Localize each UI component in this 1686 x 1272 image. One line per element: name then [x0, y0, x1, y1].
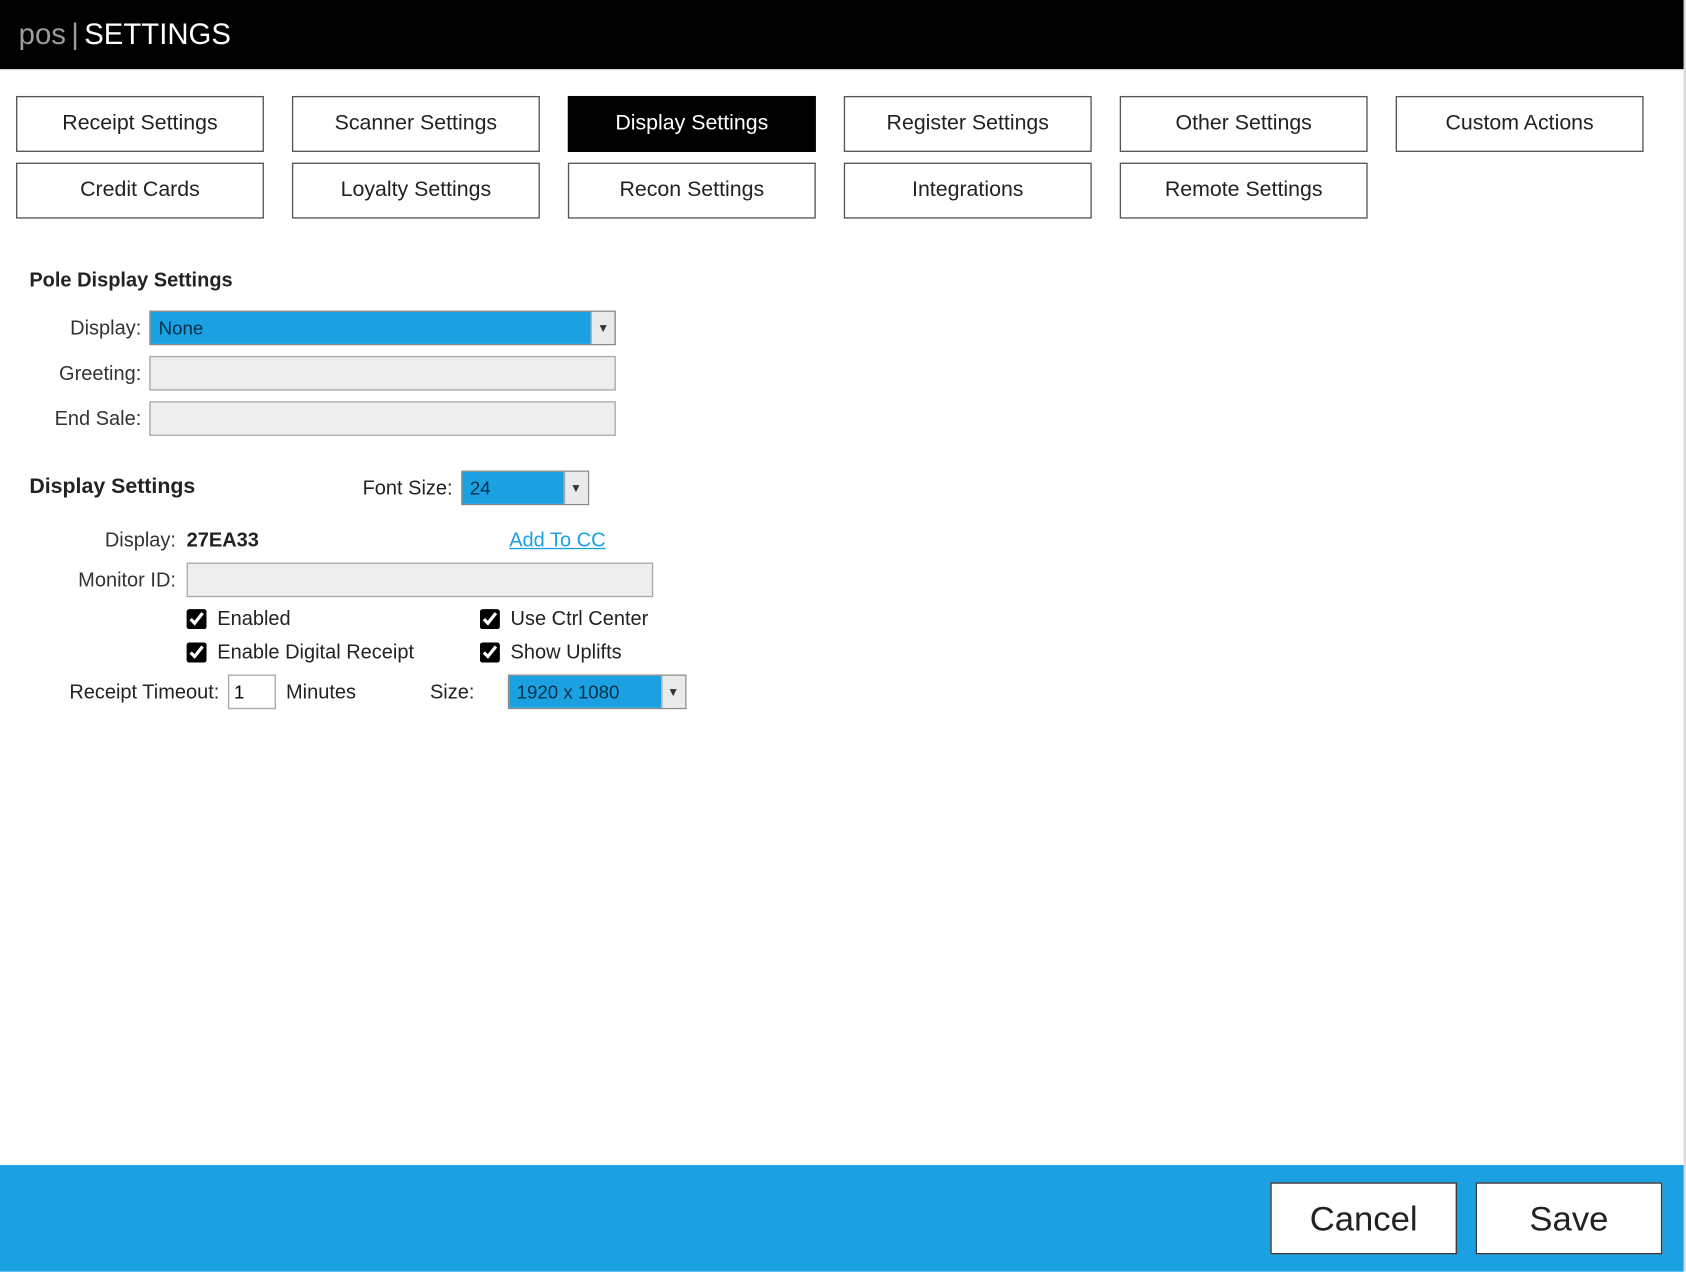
cancel-button[interactable]: Cancel: [1270, 1182, 1457, 1254]
greeting-input[interactable]: [149, 356, 616, 391]
receipt-timeout-unit: Minutes: [286, 680, 430, 703]
tab-label: Scanner Settings: [335, 112, 497, 136]
footer-bar: Cancel Save: [0, 1165, 1684, 1272]
pole-display-section-title: Pole Display Settings: [29, 269, 1665, 292]
header-spacer: [0, 69, 1686, 80]
fontsize-select[interactable]: 24 ▼: [461, 471, 589, 506]
tab-credit-cards[interactable]: Credit Cards: [16, 163, 264, 219]
tab-label: Receipt Settings: [62, 112, 217, 136]
pole-display-label: Display:: [29, 317, 149, 340]
receipt-timeout-label: Receipt Timeout:: [69, 680, 219, 703]
tab-label: Custom Actions: [1446, 112, 1594, 136]
tab-label: Credit Cards: [80, 179, 200, 203]
app-header: pos | SETTINGS: [0, 0, 1686, 69]
endsale-input[interactable]: [149, 401, 616, 436]
tab-label: Display Settings: [615, 112, 768, 136]
size-value: 1920 x 1080: [509, 676, 661, 708]
enabled-checkbox[interactable]: [187, 609, 207, 629]
tab-receipt-settings[interactable]: Receipt Settings: [16, 96, 264, 152]
chevron-down-icon: ▼: [563, 472, 587, 504]
tab-remote-settings[interactable]: Remote Settings: [1120, 163, 1368, 219]
tab-other-settings[interactable]: Other Settings: [1120, 96, 1368, 152]
tab-label: Integrations: [912, 179, 1023, 203]
chevron-down-icon: ▼: [591, 312, 615, 344]
size-label: Size:: [430, 680, 507, 703]
tab-display-settings[interactable]: Display Settings: [568, 96, 816, 152]
chevron-down-icon: ▼: [661, 676, 685, 708]
show-uplifts-checkbox[interactable]: [480, 643, 500, 663]
use-ctrl-center-label: Use Ctrl Center: [511, 608, 649, 631]
tab-integrations[interactable]: Integrations: [844, 163, 1092, 219]
tab-label: Other Settings: [1176, 112, 1312, 136]
tab-label: Register Settings: [887, 112, 1049, 136]
enable-digital-receipt-checkbox[interactable]: [187, 643, 207, 663]
display-settings-section-title: Display Settings: [29, 476, 362, 500]
enabled-label: Enabled: [217, 608, 290, 631]
tab-loyalty-settings[interactable]: Loyalty Settings: [292, 163, 540, 219]
receipt-timeout-input[interactable]: [227, 674, 275, 709]
greeting-label: Greeting:: [29, 362, 149, 385]
app-name: pos: [19, 17, 66, 52]
tab-custom-actions[interactable]: Custom Actions: [1396, 96, 1644, 152]
tab-label: Remote Settings: [1165, 179, 1323, 203]
save-label: Save: [1529, 1198, 1608, 1239]
tab-recon-settings[interactable]: Recon Settings: [568, 163, 816, 219]
page-title: SETTINGS: [84, 17, 231, 52]
monitor-id-input[interactable]: [187, 563, 654, 598]
monitor-id-label: Monitor ID:: [29, 569, 186, 592]
size-select[interactable]: 1920 x 1080 ▼: [507, 674, 686, 709]
cancel-label: Cancel: [1310, 1198, 1418, 1239]
settings-tabs: Receipt Settings Scanner Settings Displa…: [0, 80, 1686, 219]
save-button[interactable]: Save: [1476, 1182, 1663, 1254]
display-label: Display:: [29, 529, 186, 552]
enable-digital-receipt-label: Enable Digital Receipt: [217, 641, 414, 664]
tab-scanner-settings[interactable]: Scanner Settings: [292, 96, 540, 152]
tab-register-settings[interactable]: Register Settings: [844, 96, 1092, 152]
settings-content: Pole Display Settings Display: None ▼ Gr…: [0, 219, 1686, 710]
pole-display-select[interactable]: None ▼: [149, 311, 616, 346]
use-ctrl-center-checkbox[interactable]: [480, 609, 500, 629]
endsale-label: End Sale:: [29, 407, 149, 430]
display-name-value: 27EA33: [187, 529, 510, 552]
fontsize-value: 24: [462, 472, 563, 504]
tab-label: Recon Settings: [619, 179, 764, 203]
tab-label: Loyalty Settings: [341, 179, 492, 203]
header-separator: |: [71, 17, 79, 52]
add-to-cc-link[interactable]: Add To CC: [509, 529, 605, 552]
fontsize-label: Font Size:: [363, 477, 453, 500]
pole-display-value: None: [151, 312, 591, 344]
show-uplifts-label: Show Uplifts: [511, 641, 622, 664]
